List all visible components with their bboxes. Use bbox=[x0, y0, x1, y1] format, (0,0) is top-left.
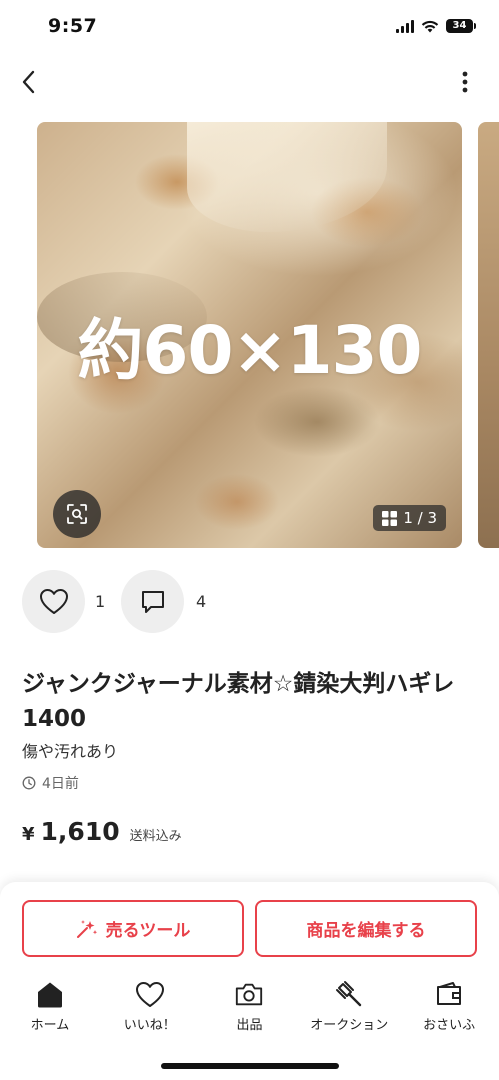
grid-icon bbox=[382, 510, 398, 526]
home-indicator[interactable] bbox=[161, 1063, 339, 1069]
clock-icon bbox=[22, 776, 36, 790]
sell-tool-button[interactable]: 売るツール bbox=[22, 900, 244, 957]
comment-icon bbox=[141, 590, 164, 613]
more-options-button[interactable] bbox=[451, 68, 479, 96]
price: ¥ 1,610 送料込み bbox=[22, 817, 182, 846]
shipping-note: 送料込み bbox=[129, 829, 182, 844]
battery-icon: 34 bbox=[446, 19, 476, 33]
wallet-icon bbox=[437, 982, 462, 1005]
edit-item-label: 商品を編集する bbox=[306, 921, 426, 941]
product-photo[interactable]: 約60×130 1 / 3 bbox=[37, 122, 462, 548]
more-vertical-icon bbox=[462, 71, 468, 93]
status-icons: 34 bbox=[396, 19, 476, 33]
tab-home[interactable]: ホーム bbox=[0, 980, 100, 1040]
next-photo-preview[interactable] bbox=[478, 122, 499, 548]
item-condition: 傷や汚れあり bbox=[22, 742, 119, 761]
like-button[interactable] bbox=[22, 570, 85, 633]
tab-auction-label: オークション bbox=[310, 1018, 389, 1033]
status-time: 9:57 bbox=[48, 15, 98, 37]
bottom-panel: 売るツール 商品を編集する ホーム いいね！ 出品 オークション おさいふ bbox=[0, 882, 499, 1080]
heart-icon bbox=[135, 981, 164, 1007]
home-icon bbox=[37, 982, 62, 1007]
comment-count: 4 bbox=[196, 592, 207, 611]
tab-wallet-label: おさいふ bbox=[423, 1018, 476, 1033]
heart-icon bbox=[39, 589, 68, 614]
posted-time: 4日前 bbox=[22, 773, 79, 793]
wifi-icon bbox=[421, 20, 439, 32]
item-title: ジャンクジャーナル素材☆錆染大判ハギレ1400 bbox=[22, 671, 455, 732]
photo-size-overlay: 約60×130 bbox=[77, 312, 423, 389]
sparkle-wand-icon bbox=[76, 919, 97, 938]
comment-button[interactable] bbox=[121, 570, 184, 633]
price-currency: ¥ bbox=[22, 824, 35, 845]
photo-texture bbox=[187, 122, 387, 232]
image-carousel[interactable]: 約60×130 1 / 3 bbox=[0, 122, 499, 548]
price-value: 1,610 bbox=[40, 817, 120, 846]
tab-home-label: ホーム bbox=[30, 1018, 70, 1033]
image-counter-text: 1 / 3 bbox=[403, 509, 437, 527]
signal-icon bbox=[396, 19, 414, 33]
tab-likes[interactable]: いいね！ bbox=[100, 980, 200, 1040]
tab-sell-label: 出品 bbox=[236, 1018, 263, 1033]
image-counter: 1 / 3 bbox=[373, 505, 446, 531]
tab-likes-label: いいね！ bbox=[123, 1018, 176, 1033]
zoom-button[interactable] bbox=[53, 490, 101, 538]
status-bar: 9:57 34 bbox=[0, 0, 499, 54]
like-count: 1 bbox=[95, 592, 106, 611]
auction-hammer-icon bbox=[336, 981, 362, 1007]
tab-auction[interactable]: オークション bbox=[299, 980, 399, 1040]
chevron-left-icon bbox=[22, 70, 35, 94]
tab-sell[interactable]: 出品 bbox=[200, 980, 300, 1040]
back-button[interactable] bbox=[14, 68, 42, 96]
edit-item-button[interactable]: 商品を編集する bbox=[255, 900, 477, 957]
tab-wallet[interactable]: おさいふ bbox=[399, 980, 499, 1040]
zoom-search-icon bbox=[67, 504, 87, 524]
camera-icon bbox=[236, 983, 263, 1005]
tab-bar: ホーム いいね！ 出品 オークション おさいふ bbox=[0, 980, 499, 1040]
sell-tool-label: 売るツール bbox=[105, 921, 191, 941]
posted-time-text: 4日前 bbox=[42, 776, 79, 792]
